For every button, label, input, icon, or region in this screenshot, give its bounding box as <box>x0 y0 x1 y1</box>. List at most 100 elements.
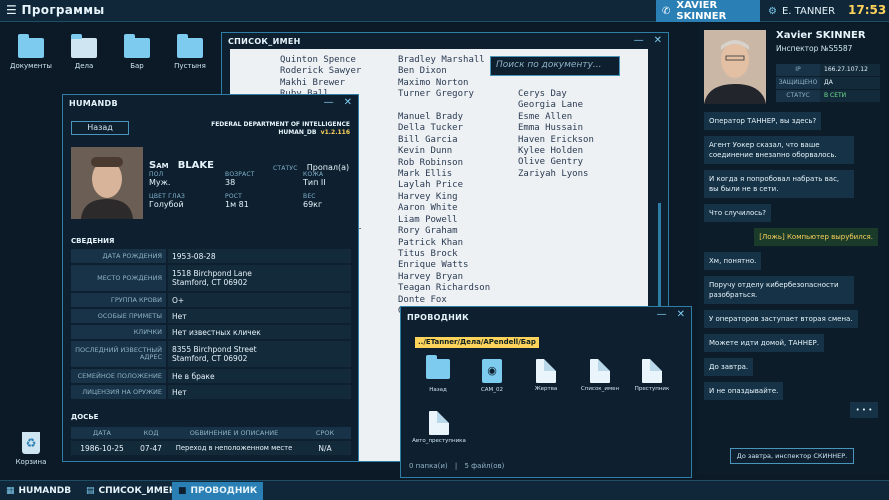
more-button[interactable]: • • • <box>850 402 878 418</box>
file-back[interactable]: Назад <box>415 355 461 393</box>
desktop-icon-documents[interactable]: Документы <box>8 34 54 70</box>
hamburger-icon[interactable]: ☰ <box>6 3 17 17</box>
name-entry: Ben Dixon <box>398 66 447 77</box>
file-victim[interactable]: Жертва <box>523 359 569 392</box>
chat-message: Оператор ТАННЕР, вы здесь? <box>704 112 822 130</box>
chat-message: Поручу отделу кибербезопасности разобрат… <box>704 276 854 304</box>
info-row: МЕСТО РОЖДЕНИЯ 1518 Birchpond Lane Stamfo… <box>71 265 351 291</box>
info-row: СЕМЕЙНОЕ ПОЛОЖЕНИЕ Не в браке <box>71 369 351 383</box>
reply-button[interactable]: До завтра, инспектор СКИННЕР. <box>730 448 854 464</box>
names-column-2: Bradley Marshall Ben Dixon Maximo Norton Tu… <box>398 55 490 317</box>
image-file-icon <box>429 411 449 435</box>
folder-icon <box>177 34 203 58</box>
close-icon[interactable]: ✕ <box>677 309 685 320</box>
name-entry: Mark Ellis <box>398 169 453 180</box>
explorer-window: ПРОВОДНИК — ✕ ../ETanner/Дела/APendell/Б… <box>400 306 692 478</box>
info-row: ПОСЛЕДНИЙ ИЗВЕСТНЫЙ АДРЕС 8355 Birchpond … <box>71 341 351 367</box>
dossier-heading: ДОСЬЕ <box>71 413 99 421</box>
window-title: СПИСОК_ИМЕН <box>228 36 301 46</box>
window-icon: ▦ <box>6 486 15 496</box>
name-entry: Bill Garcia <box>398 134 458 145</box>
name-entry: Kevin Dunn <box>398 146 453 157</box>
humandb-window: HUMANDB — ✕ Назад FEDERAL DEPARTMENT OF … <box>62 94 359 462</box>
desktop-icon-cases[interactable]: Дела <box>61 34 107 70</box>
names-column-3: Cerys Day Georgia Lane Esme Allen Emma Huss… <box>518 89 594 180</box>
name-entry: Roderick Sawyer <box>280 66 362 77</box>
info-row: КЛИЧКИ Нет известных кличек <box>71 325 351 339</box>
minimize-icon[interactable]: — <box>634 35 644 46</box>
name-entry: Maximo Norton <box>398 77 469 88</box>
taskbar-item-humandb[interactable]: ▦ HUMANDB <box>0 482 77 500</box>
info-row: ДАТА РОЖДЕНИЯ 1953-08-28 <box>71 249 351 263</box>
taskbar-item-names-list[interactable]: ▤ СПИСОК_ИМЕН <box>80 482 182 500</box>
name-entry: Kylee Holden <box>518 146 584 157</box>
file-criminal-car[interactable]: Авто_преступника <box>409 411 469 444</box>
path-bar: ../ETanner/Дела/APendell/Бар <box>415 337 539 348</box>
name-entry: Harvey Bryan <box>398 271 464 282</box>
taskbar: ▦ HUMANDB ▤ СПИСОК_ИМЕН ■ ПРОВОДНИК <box>0 480 889 500</box>
window-title: HUMANDB <box>69 98 118 108</box>
file-cam02[interactable]: ◉ CAM_02 <box>469 359 515 393</box>
chat-message: И не опаздывайте. <box>704 382 784 400</box>
info-heading: СВЕДЕНИЯ <box>71 237 115 245</box>
info-row: ЛИЦЕНЗИЯ НА ОРУЖИЕ Нет <box>71 385 351 399</box>
chat-message: До завтра. <box>704 358 754 376</box>
close-icon[interactable]: ✕ <box>344 97 352 108</box>
name-entry: Liam Powell <box>398 214 458 225</box>
close-icon[interactable]: ✕ <box>654 35 662 46</box>
folder-icon <box>124 34 150 58</box>
name-entry: Teagan Richardson <box>398 283 491 294</box>
name-entry: Rob Robinson <box>398 157 464 168</box>
name-entry: Haven Erickson <box>518 134 594 145</box>
chat-panel: Xavier SKINNER Инспектор №S5587 IP 166.2… <box>698 24 886 474</box>
name-entry: Quinton Spence <box>280 55 356 65</box>
contact-tab[interactable]: ⚙ E. TANNER <box>764 0 844 22</box>
name-entry: Emma Hussain <box>518 123 584 134</box>
desktop-icon-trash[interactable]: ♻ Корзина <box>8 432 54 466</box>
recycle-bin-icon: ♻ <box>22 432 40 454</box>
name-entry: Rory Graham <box>398 226 458 237</box>
name-entry <box>398 101 490 112</box>
chat-message: У операторов заступает вторая смена. <box>704 310 858 328</box>
file-criminal[interactable]: Преступник <box>629 359 675 392</box>
name-entry: Olive Gentry <box>518 157 584 168</box>
taskbar-item-explorer[interactable]: ■ ПРОВОДНИК <box>172 482 264 500</box>
name-entry: Donte Fox <box>398 294 447 305</box>
gear-icon: ⚙ <box>768 5 777 17</box>
avatar <box>704 30 766 104</box>
image-file-icon <box>536 359 556 383</box>
name-entry: Zariyah Lyons <box>518 168 589 179</box>
name-entry: Aaron White <box>398 203 458 214</box>
cabinet-icon <box>71 34 97 58</box>
chat-message: И когда я попробовал набрать вас, вы был… <box>704 170 854 198</box>
user-tab[interactable]: ✆ XAVIER SKINNER <box>656 0 760 22</box>
back-button[interactable]: Назад <box>71 121 129 135</box>
file-names-list[interactable]: Список_имен <box>577 359 623 392</box>
profile-role: Инспектор №S5587 <box>776 44 853 53</box>
suspect-photo <box>71 147 143 219</box>
profile-status-row: СТАТУС В СЕТИ <box>776 90 880 102</box>
name-entry: Titus Brock <box>398 248 458 259</box>
desktop-icon-bar[interactable]: Бар <box>114 34 160 70</box>
profile-name: Xavier SKINNER <box>776 30 866 41</box>
programs-title[interactable]: ☰ Программы <box>6 3 105 17</box>
name-entry: Manuel Brady <box>398 112 464 123</box>
chat-message: Агент Уокер сказал, что ваше соединение … <box>704 136 854 164</box>
dossier-row[interactable]: 1986-10-25 07-47 Переход в неположенном … <box>71 441 351 455</box>
name-entry: Laylah Price <box>398 180 464 191</box>
minimize-icon[interactable]: — <box>324 97 334 108</box>
name-entry: Cerys Day <box>518 89 567 99</box>
minimize-icon[interactable]: — <box>657 309 667 320</box>
window-title: ПРОВОДНИК <box>407 312 470 322</box>
back-folder-icon <box>426 355 450 379</box>
image-file-icon <box>642 359 662 383</box>
desktop-icon-desert[interactable]: Пустыня <box>167 34 213 70</box>
name-entry: Enrique Watts <box>398 260 469 271</box>
name-entry: Makhi Brewer <box>280 77 346 88</box>
chat-message: Можете идти домой, ТАННЕР. <box>704 334 824 352</box>
name-entry: Della Tucker <box>398 123 464 134</box>
document-search-input[interactable]: Поиск по документу... <box>490 56 620 76</box>
clock: 17:53 <box>848 3 887 17</box>
text-file-icon <box>590 359 610 383</box>
first-name: Sam <box>149 160 169 171</box>
